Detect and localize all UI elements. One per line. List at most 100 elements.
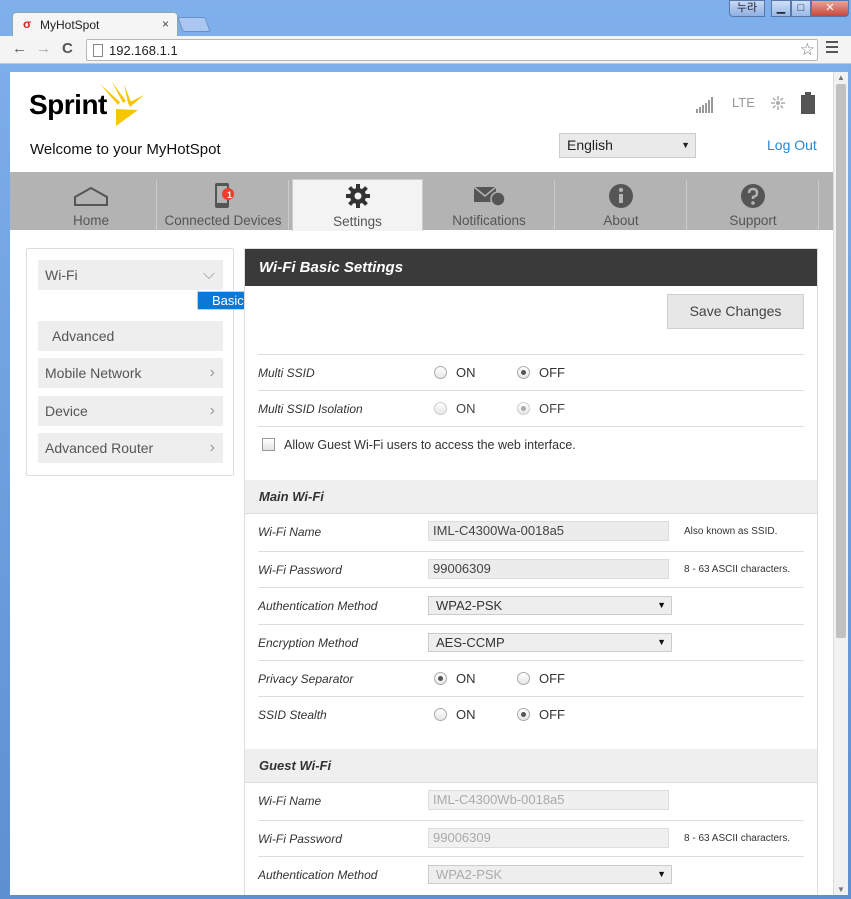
close-tab-icon[interactable]: × xyxy=(162,17,169,31)
encryption-method-select[interactable]: AES-CCMP ▼ xyxy=(428,633,672,652)
sidebar-item-advanced-router-label: Advanced Router xyxy=(45,440,154,456)
panel-title: Wi-Fi Basic Settings xyxy=(245,249,817,286)
sidebar-item-device-label: Device xyxy=(45,403,88,419)
back-icon[interactable]: ← xyxy=(12,41,27,57)
sidebar-item-wifi[interactable]: Wi-Fi ⌵ xyxy=(38,260,223,290)
privacy-separator-on-radio[interactable] xyxy=(434,672,447,685)
wifi-activity-icon xyxy=(771,96,785,110)
privacy-separator-label: Privacy Separator xyxy=(258,672,354,686)
ssid-stealth-on-radio[interactable] xyxy=(434,708,447,721)
tab-title: MyHotSpot xyxy=(40,18,100,32)
maximize-button[interactable]: □ xyxy=(791,0,811,17)
browser-window: σ MyHotSpot × 누라 ▁ □ ✕ ← → C 192.168.1.1… xyxy=(0,0,851,899)
reload-icon[interactable]: C xyxy=(62,41,73,57)
guest-auth-method-select[interactable]: WPA2-PSK ▼ xyxy=(428,865,672,884)
tab-connected-devices[interactable]: 1 Connected Devices xyxy=(158,180,289,230)
guest-wifi-password-row: Wi-Fi Password 99006309 8 - 63 ASCII cha… xyxy=(258,820,804,856)
bookmark-star-icon[interactable]: ☆ xyxy=(800,40,815,60)
guest-auth-method-label: Authentication Method xyxy=(258,868,378,882)
sidebar-item-advanced[interactable]: Advanced xyxy=(38,321,223,351)
multi-ssid-isolation-row: Multi SSID Isolation ON OFF xyxy=(258,390,804,426)
guest-wifi-section-title: Guest Wi-Fi xyxy=(245,749,817,783)
multi-ssid-on-radio[interactable] xyxy=(434,366,447,379)
gear-icon xyxy=(345,184,370,208)
multi-ssid-off-radio[interactable] xyxy=(517,366,530,379)
main-wifi-password-label: Wi-Fi Password xyxy=(258,563,342,577)
multi-ssid-isolation-on-radio[interactable] xyxy=(434,402,447,415)
tab-settings-label: Settings xyxy=(333,214,382,229)
main-wifi-name-input[interactable]: IML-C4300Wa-0018a5 xyxy=(428,521,669,541)
guest-wifi-password-input[interactable]: 99006309 xyxy=(428,828,669,848)
sidebar-item-mobile-network-label: Mobile Network xyxy=(45,365,142,381)
menu-icon[interactable] xyxy=(826,41,838,56)
tab-home[interactable]: Home xyxy=(26,180,157,230)
chevron-right-icon: › xyxy=(209,364,215,381)
scrollbar-thumb[interactable] xyxy=(836,84,846,638)
guest-auth-method-row: Authentication Method WPA2-PSK ▼ xyxy=(258,856,804,892)
tab-support[interactable]: Support xyxy=(688,180,819,230)
dropdown-arrow-icon: ▼ xyxy=(657,600,666,610)
signal-strength-icon xyxy=(696,97,713,113)
privacy-separator-off-label: OFF xyxy=(539,671,565,686)
url-text: 192.168.1.1 xyxy=(109,43,178,58)
multi-ssid-isolation-label: Multi SSID Isolation xyxy=(258,402,363,416)
vertical-scrollbar[interactable]: ▲ ▼ xyxy=(833,72,848,895)
multi-ssid-on-label: ON xyxy=(456,365,476,380)
privacy-separator-off-radio[interactable] xyxy=(517,672,530,685)
info-icon xyxy=(609,184,633,208)
address-bar[interactable]: 192.168.1.1 ☆ xyxy=(86,39,818,61)
ssid-stealth-on-label: ON xyxy=(456,707,476,722)
settings-sidebar: Wi-Fi ⌵ Basic Advanced Mobile Network › De… xyxy=(26,248,441,476)
help-icon xyxy=(741,184,765,208)
phone-icon xyxy=(215,183,234,208)
guest-auth-method-value: WPA2-PSK xyxy=(436,867,503,882)
multi-ssid-label: Multi SSID xyxy=(258,366,315,380)
main-wifi-password-input[interactable]: 99006309 xyxy=(428,559,669,579)
language-value: English xyxy=(567,137,613,153)
privacy-separator-on-label: ON xyxy=(456,671,476,686)
sprint-logo-icon xyxy=(100,82,144,126)
tab-notifications[interactable]: Notifications xyxy=(424,180,555,230)
auth-method-label: Authentication Method xyxy=(258,599,378,613)
main-nav: Home 1 Connected Devices Settings Notifi… xyxy=(10,172,833,231)
guest-wifi-name-label: Wi-Fi Name xyxy=(258,794,322,808)
scroll-up-icon[interactable]: ▲ xyxy=(837,73,845,82)
guest-wifi-password-label: Wi-Fi Password xyxy=(258,832,342,846)
connected-devices-badge: 1 xyxy=(227,190,233,200)
password-hint: 8 - 63 ASCII characters. xyxy=(684,564,791,575)
main-wifi-password-row: Wi-Fi Password 99006309 8 - 63 ASCII cha… xyxy=(258,551,804,587)
encryption-method-value: AES-CCMP xyxy=(436,635,505,650)
ssid-stealth-row: SSID Stealth ON OFF xyxy=(258,696,804,732)
multi-ssid-isolation-off-radio[interactable] xyxy=(517,402,530,415)
save-changes-button[interactable]: Save Changes xyxy=(667,294,804,329)
home-icon xyxy=(74,186,108,206)
new-tab-button[interactable] xyxy=(177,17,211,32)
guest-password-hint: 8 - 63 ASCII characters. xyxy=(684,833,791,844)
language-select[interactable]: English ▼ xyxy=(559,133,696,158)
close-window-button[interactable]: ✕ xyxy=(811,0,849,17)
multi-ssid-isolation-off-label: OFF xyxy=(539,401,565,416)
tab-support-label: Support xyxy=(729,213,777,228)
minimize-button[interactable]: ▁ xyxy=(771,0,791,17)
dropdown-arrow-icon: ▼ xyxy=(657,869,666,879)
ssid-stealth-label: SSID Stealth xyxy=(258,708,327,722)
auth-method-row: Authentication Method WPA2-PSK ▼ xyxy=(258,587,804,623)
scroll-down-icon[interactable]: ▼ xyxy=(837,885,845,894)
encryption-method-row: Encryption Method AES-CCMP ▼ xyxy=(258,624,804,660)
browser-tab[interactable]: σ MyHotSpot × xyxy=(12,12,178,36)
sidebar-item-mobile-network[interactable]: Mobile Network › xyxy=(38,358,223,388)
tab-about-label: About xyxy=(603,213,639,228)
guest-access-checkbox[interactable] xyxy=(262,438,275,451)
logout-link[interactable]: Log Out xyxy=(767,137,817,153)
sidebar-item-device[interactable]: Device › xyxy=(38,396,223,426)
guest-wifi-name-input[interactable]: IML-C4300Wb-0018a5 xyxy=(428,790,669,810)
main-wifi-name-label: Wi-Fi Name xyxy=(258,525,322,539)
auth-method-select[interactable]: WPA2-PSK ▼ xyxy=(428,596,672,615)
user-profile-button[interactable]: 누라 xyxy=(729,0,765,17)
tab-about[interactable]: About xyxy=(556,180,687,230)
forward-icon[interactable]: → xyxy=(36,41,51,57)
ssid-stealth-off-radio[interactable] xyxy=(517,708,530,721)
sidebar-item-advanced-router[interactable]: Advanced Router › xyxy=(38,433,223,463)
tab-settings[interactable]: Settings xyxy=(292,179,423,231)
main-wifi-name-row: Wi-Fi Name IML-C4300Wa-0018a5 Also known… xyxy=(258,514,804,550)
